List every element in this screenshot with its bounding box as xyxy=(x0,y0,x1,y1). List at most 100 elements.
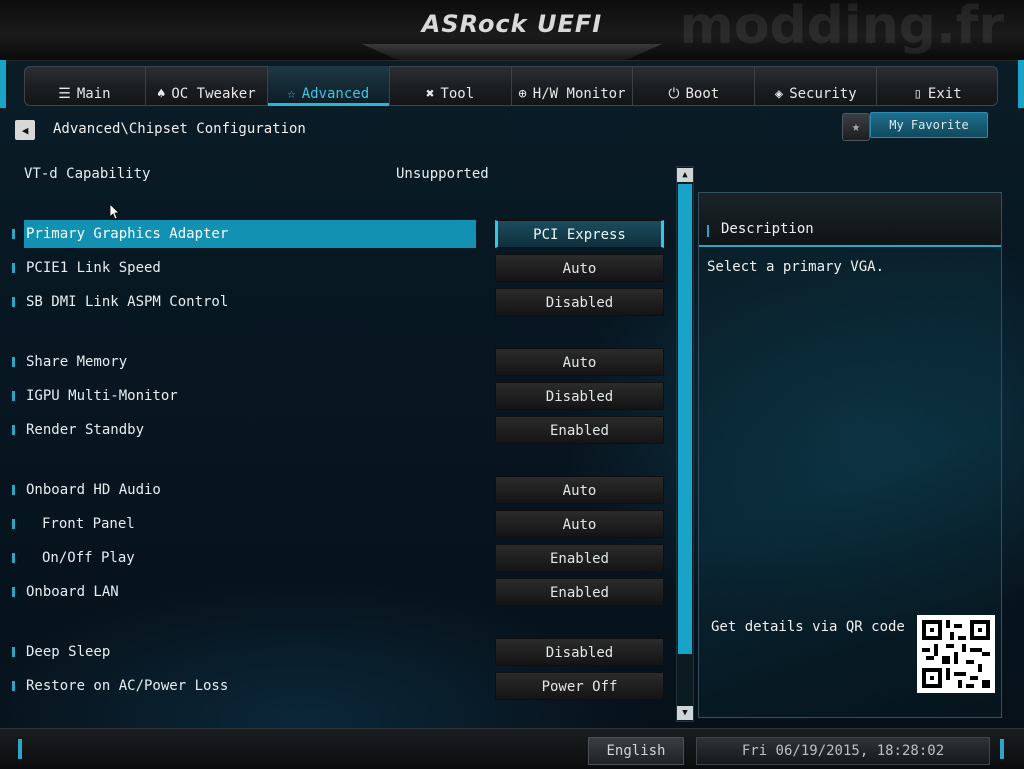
setting-label[interactable]: Onboard HD Audio xyxy=(24,476,161,504)
main-tab-bar: ☰ Main ♠ OC Tweaker ☆ Advanced ✖ Tool ⊕ H/W Monit… xyxy=(24,66,998,106)
setting-bullet xyxy=(12,485,15,495)
tab-main[interactable]: ☰ Main xyxy=(24,66,146,106)
setting-bullet xyxy=(12,297,15,307)
right-edge-glow xyxy=(1018,60,1024,108)
setting-row[interactable]: Onboard LAN Enabled xyxy=(0,578,670,606)
tab-label: Exit xyxy=(927,86,962,102)
list-icon: ☰ xyxy=(58,86,71,102)
description-header: Description xyxy=(699,193,1001,247)
setting-value-dropdown[interactable]: PCI Express xyxy=(495,220,664,248)
setting-row[interactable]: On/Off Play Enabled xyxy=(0,544,670,572)
setting-bullet xyxy=(12,391,15,401)
setting-bullet xyxy=(12,519,15,529)
setting-row[interactable]: Deep Sleep Disabled xyxy=(0,638,670,666)
setting-label[interactable]: IGPU Multi-Monitor xyxy=(24,382,178,410)
setting-row[interactable]: Restore on AC/Power Loss Power Off xyxy=(0,672,670,700)
setting-row[interactable]: Render Standby Enabled xyxy=(0,416,670,444)
setting-value-dropdown[interactable]: Power Off xyxy=(495,672,664,700)
back-arrow-icon[interactable]: ◀ xyxy=(15,120,35,140)
favorite-star-icon[interactable]: ★ xyxy=(842,113,870,141)
setting-label[interactable]: Primary Graphics Adapter xyxy=(24,220,476,248)
asrock-uefi-logo: ASRock UEFI xyxy=(421,10,603,38)
setting-bullet xyxy=(12,263,15,273)
scrollbar-thumb[interactable] xyxy=(678,184,692,654)
setting-bullet xyxy=(12,647,15,657)
scroll-up-arrow-icon[interactable]: ▲ xyxy=(677,168,693,182)
header-bar: modding.fr ASRock UEFI xyxy=(0,0,1024,61)
tab-label: Security xyxy=(789,86,857,102)
header-notch xyxy=(362,44,662,60)
footer-bar: English Fri 06/19/2015, 18:28:02 xyxy=(0,728,1024,769)
setting-bullet xyxy=(12,229,15,239)
tab-boot[interactable]: ⏻ Boot xyxy=(633,66,756,106)
vtd-capability-value: Unsupported xyxy=(396,166,489,182)
footer-right-marker xyxy=(1000,739,1004,759)
setting-value-dropdown[interactable]: Disabled xyxy=(495,638,664,666)
setting-row[interactable]: IGPU Multi-Monitor Disabled xyxy=(0,382,670,410)
tab-advanced[interactable]: ☆ Advanced xyxy=(267,66,390,106)
tools-icon: ✖ xyxy=(425,86,435,102)
setting-value-dropdown[interactable]: Enabled xyxy=(495,416,664,444)
setting-bullet xyxy=(12,553,15,563)
setting-row[interactable]: PCIE1 Link Speed Auto xyxy=(0,254,670,282)
setting-label[interactable]: Onboard LAN xyxy=(24,578,119,606)
description-header-marker xyxy=(707,225,709,237)
qr-code-icon xyxy=(917,615,995,693)
setting-row[interactable]: Onboard HD Audio Auto xyxy=(0,476,670,504)
tab-label: OC Tweaker xyxy=(171,86,256,102)
setting-value-dropdown[interactable]: Enabled xyxy=(495,578,664,606)
tab-exit[interactable]: ▯ Exit xyxy=(877,66,998,106)
shield-icon: ◈ xyxy=(774,86,784,102)
qr-code-caption: Get details via QR code xyxy=(711,619,905,635)
power-icon: ⏻ xyxy=(668,86,680,102)
setting-bullet xyxy=(12,587,15,597)
setting-bullet xyxy=(12,681,15,691)
tab-oc-tweaker[interactable]: ♠ OC Tweaker xyxy=(146,66,268,106)
rocket-icon: ♠ xyxy=(156,86,166,102)
setting-row[interactable]: Share Memory Auto xyxy=(0,348,670,376)
breadcrumb: Advanced\Chipset Configuration xyxy=(53,121,306,137)
setting-value-dropdown[interactable]: Auto xyxy=(495,510,664,538)
monitor-icon: ⊕ xyxy=(518,86,527,102)
setting-bullet xyxy=(12,357,15,367)
date-time-display: Fri 06/19/2015, 18:28:02 xyxy=(696,737,990,765)
setting-value-dropdown[interactable]: Auto xyxy=(495,476,664,504)
setting-row[interactable]: Primary Graphics Adapter PCI Express xyxy=(0,220,670,248)
setting-row[interactable]: Front Panel Auto xyxy=(0,510,670,538)
setting-bullet xyxy=(12,425,15,435)
exit-door-icon: ▯ xyxy=(913,86,922,102)
tab-label: Boot xyxy=(685,86,720,102)
language-button[interactable]: English xyxy=(588,737,684,765)
tab-h-w-monitor[interactable]: ⊕ H/W Monitor xyxy=(512,66,634,106)
left-edge-glow xyxy=(0,60,6,108)
setting-value-dropdown[interactable]: Enabled xyxy=(495,544,664,572)
tab-label: Main xyxy=(76,86,111,102)
setting-label[interactable]: Restore on AC/Power Loss xyxy=(24,672,228,700)
setting-value-dropdown[interactable]: Auto xyxy=(495,348,664,376)
setting-label[interactable]: SB DMI Link ASPM Control xyxy=(24,288,228,316)
setting-label[interactable]: PCIE1 Link Speed xyxy=(24,254,161,282)
scroll-down-arrow-icon[interactable]: ▼ xyxy=(677,706,693,720)
setting-value-dropdown[interactable]: Auto xyxy=(495,254,664,282)
star-icon: ☆ xyxy=(287,86,296,102)
setting-label[interactable]: Share Memory xyxy=(24,348,127,376)
settings-scrollbar[interactable]: ▲ ▼ xyxy=(676,166,694,722)
footer-left-marker xyxy=(18,739,22,759)
tab-security[interactable]: ◈ Security xyxy=(755,66,878,106)
description-title: Description xyxy=(721,221,814,237)
setting-label[interactable]: Render Standby xyxy=(24,416,144,444)
setting-label[interactable]: Deep Sleep xyxy=(24,638,110,666)
setting-row[interactable]: SB DMI Link ASPM Control Disabled xyxy=(0,288,670,316)
my-favorite-button[interactable]: My Favorite xyxy=(870,112,988,138)
vtd-capability-label: VT-d Capability xyxy=(24,166,151,182)
description-text: Select a primary VGA. xyxy=(707,259,885,275)
setting-label[interactable]: On/Off Play xyxy=(40,544,135,572)
description-panel: Description Select a primary VGA. Get de… xyxy=(698,192,1002,718)
tab-tool[interactable]: ✖ Tool xyxy=(390,66,512,106)
tab-label: H/W Monitor xyxy=(532,86,626,102)
tab-label: Advanced xyxy=(301,86,370,102)
setting-value-dropdown[interactable]: Disabled xyxy=(495,288,664,316)
setting-value-dropdown[interactable]: Disabled xyxy=(495,382,664,410)
setting-label[interactable]: Front Panel xyxy=(40,510,135,538)
tab-label: Tool xyxy=(440,86,475,102)
